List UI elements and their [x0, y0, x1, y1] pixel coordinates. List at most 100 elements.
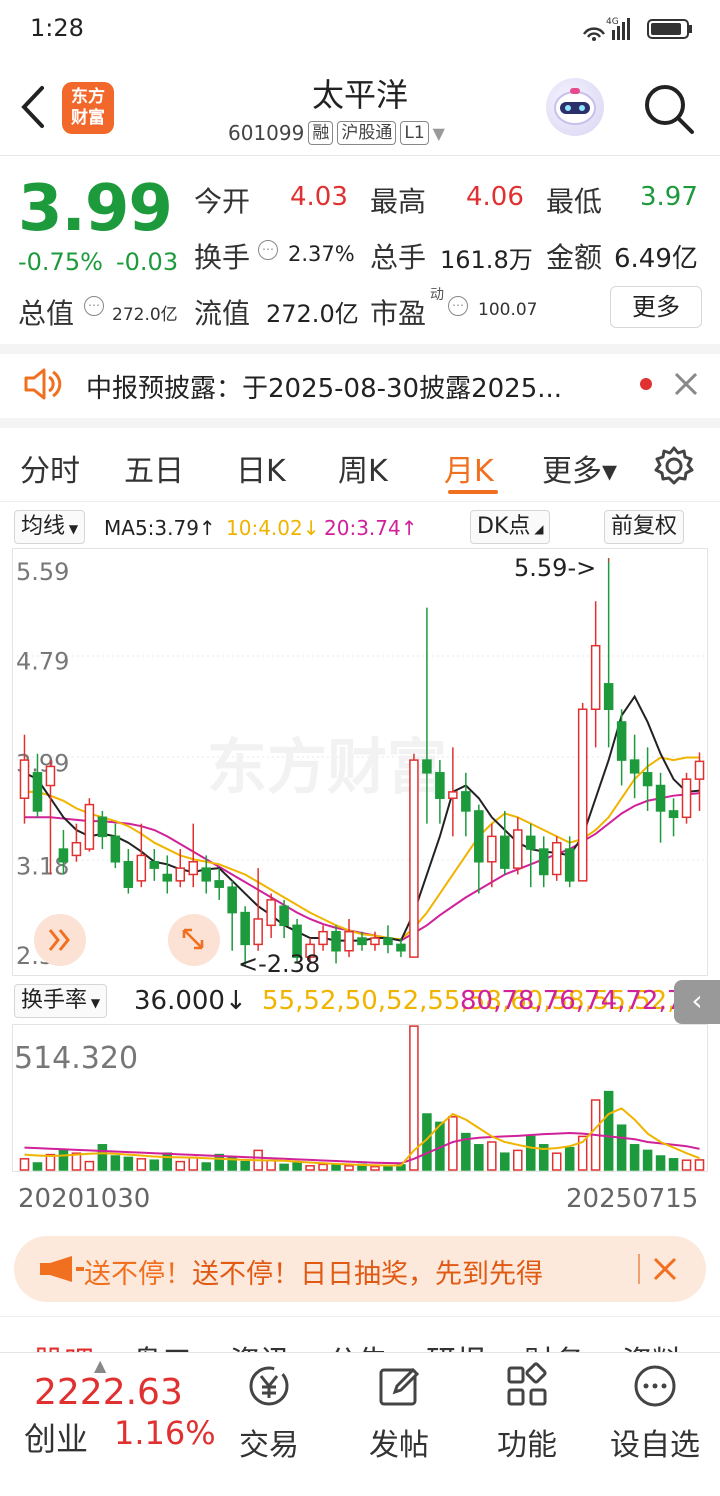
nav-features[interactable]: 功能: [472, 1362, 582, 1464]
info-icon[interactable]: ⋯: [258, 240, 278, 260]
gear-icon[interactable]: [652, 444, 696, 488]
info-subtabs: 股吧 盘口 资讯 公告 研报 财务 资料: [0, 1316, 720, 1356]
ma-legend-row: 均线 ▼ MA5:3.79↑ 10:4.02↓ 20:3.74↑ DK点 ◢ 前…: [0, 506, 720, 548]
nav-features-label: 功能: [497, 1428, 557, 1463]
turnover-bar: [564, 1146, 575, 1171]
stock-code-line[interactable]: 601099 融 沪股通 L1 ▼: [228, 118, 445, 148]
adjust-button[interactable]: 前复权: [604, 510, 685, 544]
expand-chart-button[interactable]: [168, 914, 220, 966]
index-name[interactable]: 创业: [24, 1414, 88, 1460]
turnover-bar: [19, 1158, 30, 1171]
turnover-bar: [175, 1160, 186, 1171]
tab-more[interactable]: 更多▾: [542, 446, 617, 490]
tab-intraday[interactable]: 分时: [20, 446, 80, 490]
change-amount: -0.03: [116, 248, 179, 276]
low-value: 3.97: [640, 182, 698, 212]
x-end-date: 20250715: [566, 1184, 699, 1214]
double-arrow-button[interactable]: [34, 914, 86, 966]
pe-label: 市盈: [370, 297, 427, 330]
turnover-bar: [681, 1159, 692, 1171]
indicator-label: 均线: [21, 514, 66, 539]
info-icon[interactable]: ⋯: [448, 296, 468, 316]
turnover-bar: [188, 1156, 199, 1171]
assistant-robot-icon[interactable]: [546, 78, 604, 136]
tab-daily-k[interactable]: 日K: [236, 446, 286, 490]
tab-weekly-k[interactable]: 周K: [338, 446, 388, 490]
search-icon[interactable]: [640, 80, 696, 136]
collapse-panel-button[interactable]: ‹: [674, 980, 720, 1024]
turnover-bar: [370, 1165, 380, 1171]
x-start-date: 20201030: [18, 1184, 151, 1214]
turnover-bar: [487, 1141, 497, 1171]
y-tick-label: 5.59: [16, 558, 69, 586]
turnover-bar: [603, 1090, 614, 1171]
edit-icon: [379, 1367, 420, 1406]
turnover-bar: [110, 1155, 121, 1171]
turnover-bar: [474, 1144, 484, 1171]
nav-add-watchlist-label: 设自选: [610, 1428, 700, 1463]
turnover-chart[interactable]: 514.320: [12, 1024, 708, 1172]
close-icon[interactable]: [672, 370, 700, 398]
unread-dot: [640, 378, 652, 390]
nav-trade[interactable]: 交易: [214, 1362, 324, 1464]
max-price-marker: 5.59->: [514, 554, 596, 582]
close-icon[interactable]: [652, 1256, 678, 1282]
turnover-bar: [240, 1160, 250, 1171]
amount-value: 6.49亿: [614, 244, 698, 274]
status-icons: 4G: [583, 17, 692, 41]
yuan-icon: [249, 1366, 289, 1406]
status-time: 1:28: [30, 14, 84, 42]
more-quote-button[interactable]: 更多: [610, 286, 702, 328]
tab-monthly-k[interactable]: 月K: [444, 446, 494, 490]
nav-add-watchlist[interactable]: 设自选: [600, 1362, 710, 1464]
divider: [0, 344, 720, 354]
tab-five-day[interactable]: 五日: [124, 446, 184, 490]
nav-post[interactable]: 发帖: [344, 1362, 454, 1464]
turnover-bar: [655, 1155, 666, 1171]
dropdown-triangle-icon: ▼: [432, 123, 445, 143]
turnover-label: 换手: [194, 241, 251, 274]
float-label: 流值: [194, 297, 251, 330]
turnover-max-label: 514.320: [14, 1041, 138, 1076]
candle: [551, 836, 562, 881]
amount-label: 金额: [546, 241, 603, 274]
notice-bar[interactable]: 中报预披露：于2025-08-30披露2025...: [0, 356, 720, 414]
turnover-bar: [201, 1162, 212, 1171]
min-price-marker: <-2.38: [238, 950, 320, 976]
turnover-bar: [279, 1163, 289, 1171]
ma20-value: 20:3.74↑: [324, 516, 418, 540]
mktcap-value: 272.0亿: [112, 305, 178, 325]
turnover-bar: [525, 1135, 536, 1171]
nav-post-label: 发帖: [369, 1428, 429, 1463]
net-type: 4G: [606, 17, 619, 27]
ma5-value: MA5:3.79↑: [104, 516, 216, 540]
dk-point-button[interactable]: DK点 ◢: [470, 510, 551, 544]
sub-indicator-select[interactable]: 换手率 ▼: [14, 984, 108, 1018]
promo-divider: [638, 1254, 640, 1284]
turnover-bar: [668, 1158, 679, 1171]
more-icon: [634, 1365, 676, 1407]
turnover-current: 36.000↓: [134, 986, 247, 1016]
megaphone-icon: [40, 1256, 84, 1282]
turnover-bar: [32, 1162, 43, 1171]
dk-label: DK点: [477, 514, 531, 539]
connect-tag: 沪股通: [337, 121, 397, 145]
info-icon[interactable]: ⋯: [84, 296, 104, 316]
mktcap-label: 总值: [18, 297, 75, 330]
open-label: 今开: [194, 185, 251, 218]
indicator-select[interactable]: 均线 ▼: [14, 510, 86, 544]
index-pct: 1.16%: [114, 1414, 216, 1452]
index-value[interactable]: 2222.63: [34, 1372, 183, 1413]
stock-code: 601099: [228, 121, 305, 145]
y-tick-label: 4.79: [16, 648, 69, 676]
status-bar: 1:28 4G: [0, 0, 720, 56]
turnover-bar: [305, 1165, 315, 1171]
turnover-bar: [512, 1149, 523, 1171]
turnover-bar: [266, 1159, 276, 1171]
turnover-bar: [318, 1163, 328, 1171]
promo-text: 送不停！送不停！日日抽奖，先到先得: [84, 1259, 543, 1290]
promo-banner[interactable]: 送不停！送不停！日日抽奖，先到先得: [14, 1236, 706, 1302]
k-line-chart[interactable]: 东方财富 5.594.793.993.182.38 5.59-> <-2.38: [12, 548, 708, 976]
pe-dynamic-sup: 动: [430, 287, 444, 303]
pe-value: 100.07: [478, 300, 538, 320]
